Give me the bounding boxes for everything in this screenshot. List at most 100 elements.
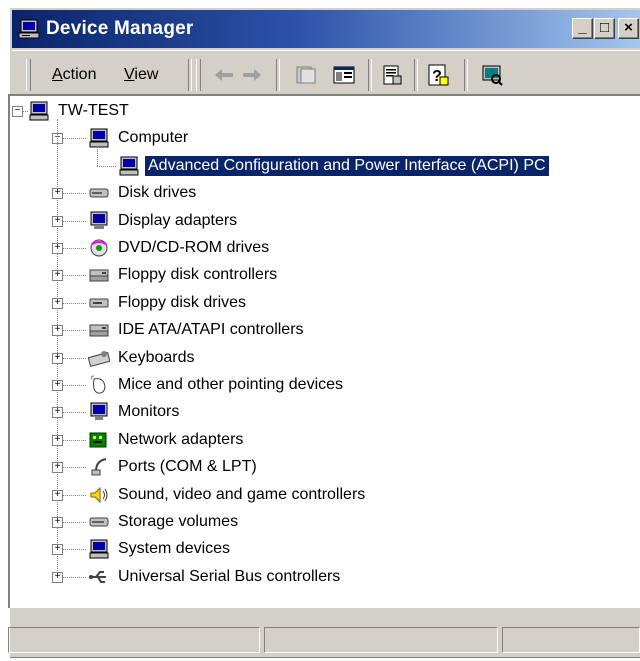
status-bar [8,627,640,655]
tree-item-sound-video-and-game-controllers[interactable]: Sound, video and game controllers [88,483,368,507]
tree-label: Floppy disk controllers [118,266,278,284]
tree-label: System devices [118,540,231,558]
tree-label: TW-TEST [58,102,129,119]
mouse-icon [90,375,106,394]
back-arrow-icon[interactable] [212,63,236,87]
expand-ide-ata-atapi-controllers-toggle[interactable]: + [52,325,63,337]
expand-universal-serial-bus-controllers-toggle[interactable]: + [52,571,63,583]
toolbar-separator-5 [464,59,468,91]
tree-item-computer[interactable]: Computer [88,126,191,150]
cdrom-icon [90,239,108,257]
window-title: Device Manager [46,18,194,39]
tree-item-ide-ata-atapi-controllers[interactable]: IDE ATA/ATAPI controllers [88,318,307,342]
system-device-icon [89,539,109,559]
toolbar-grip[interactable] [26,59,31,91]
tree-label: Display adapters [118,211,238,229]
tree-item-keyboards[interactable]: Keyboards [88,346,198,370]
expand-floppy-disk-controllers-toggle[interactable]: + [52,270,63,282]
scan-hardware-icon[interactable] [480,63,504,87]
forward-arrow-icon[interactable] [240,63,264,87]
toolbar-grip-2 [196,59,201,91]
tree-label: Universal Serial Bus controllers [118,567,341,585]
expand-floppy-disk-drives-toggle[interactable]: + [52,297,63,309]
minimize-icon: _ [578,19,587,36]
tree-connector-line [97,146,99,166]
show-hide-tree-icon[interactable] [332,63,356,87]
tree-item-monitors[interactable]: Monitors [88,400,182,424]
tree-item-display-adapters[interactable]: Display adapters [88,209,240,233]
title-bar[interactable]: Device Manager _ □ × [12,10,640,48]
device-manager-icon [18,19,40,39]
tree-label: Ports (COM & LPT) [118,458,257,476]
usb-icon [89,570,106,583]
expand-dvd-cd-rom-drives-toggle[interactable]: + [52,243,63,254]
tree-item-storage-volumes[interactable]: Storage volumes [88,510,241,534]
network-adapter-icon [89,432,107,448]
tree-connector-line [63,220,86,223]
tree-label: Keyboards [118,348,195,366]
controller-icon [89,269,109,282]
tree-connector-line [63,576,86,579]
toolbar-separator-3 [368,59,372,91]
tree-item-disk-drives[interactable]: Disk drives [88,181,199,205]
tree-label: Network adapters [118,430,244,448]
help-icon[interactable]: ? [426,63,450,87]
tree-item-system-devices[interactable]: System devices [88,537,233,561]
tree-item-floppy-disk-drives[interactable]: Floppy disk drives [88,291,249,315]
expand-keyboards-toggle[interactable]: + [52,352,63,364]
tree-root-tw-test[interactable]: TW-TEST [28,99,132,123]
expand-display-adapters-toggle[interactable]: + [52,215,63,227]
tree-label: Sound, video and game controllers [118,485,366,503]
computer-icon [89,128,109,148]
expand-system-devices-toggle[interactable]: + [52,544,63,556]
properties-icon[interactable] [380,63,404,87]
maximize-icon: □ [599,19,610,36]
tree-connector-line [63,193,86,195]
tree-connector-line [63,275,86,277]
menu-view[interactable]: View [124,66,158,84]
tree-label: IDE ATA/ATAPI controllers [118,321,304,339]
expand-network-adapters-toggle[interactable]: + [52,434,63,446]
tree-item-ports-com-lpt[interactable]: Ports (COM & LPT) [88,455,260,479]
up-folder-icon[interactable] [294,63,318,87]
status-pane-3 [502,627,640,653]
system-device-icon [119,156,139,176]
sound-icon [90,486,108,503]
controller-icon [89,324,109,337]
tree-item-dvd-cd-rom-drives[interactable]: DVD/CD-ROM drives [88,236,272,260]
tree-label: Computer [118,129,189,147]
tree-label: Monitors [118,403,180,421]
tree-item-network-adapters[interactable]: Network adapters [88,428,246,452]
expand-ports-com-lpt-toggle[interactable]: + [52,462,63,474]
status-pane-2 [264,627,498,653]
maximize-button[interactable]: □ [594,18,615,39]
expand-monitors-toggle[interactable]: + [52,407,63,419]
tree-connector-line [63,248,86,250]
expand-sound-video-and-game-controllers-toggle[interactable]: + [52,489,63,501]
floppy-drive-icon [89,298,109,308]
tree-connector-line [63,138,86,140]
device-tree-panel[interactable]: TW-TEST − Computer − Advanced Configuration … [8,94,640,608]
tree-item-universal-serial-bus-controllers[interactable]: Universal Serial Bus controllers [88,565,343,589]
minimize-button[interactable]: _ [572,18,593,39]
menu-action[interactable]: Action [52,66,96,84]
display-adapter-icon [90,211,108,229]
expand-disk-drives-toggle[interactable]: + [52,188,63,200]
tree-connector-line [63,549,86,551]
tree-label: Floppy disk drives [118,293,247,311]
port-icon [91,458,107,476]
tree-label: DVD/CD-ROM drives [118,239,270,256]
tree-item-floppy-disk-controllers[interactable]: Floppy disk controllers [88,263,280,287]
tree-connector-line [63,439,86,442]
storage-volume-icon [89,517,109,527]
toolbar-separator-4 [414,59,418,91]
collapse-root-toggle[interactable]: − [12,106,23,117]
tree-item-acpi-pc[interactable]: Advanced Configuration and Power Interfa… [118,154,550,178]
expand-mice-and-other-pointing-devices-toggle[interactable]: + [52,380,63,391]
computer-icon [29,101,49,121]
tree-item-mice-and-other-pointing-devices[interactable]: Mice and other pointing devices [88,373,346,397]
tree-label: Disk drives [118,184,197,202]
expand-storage-volumes-toggle[interactable]: + [52,517,63,528]
close-button[interactable]: × [618,18,639,39]
tree-connector-line [63,522,86,524]
